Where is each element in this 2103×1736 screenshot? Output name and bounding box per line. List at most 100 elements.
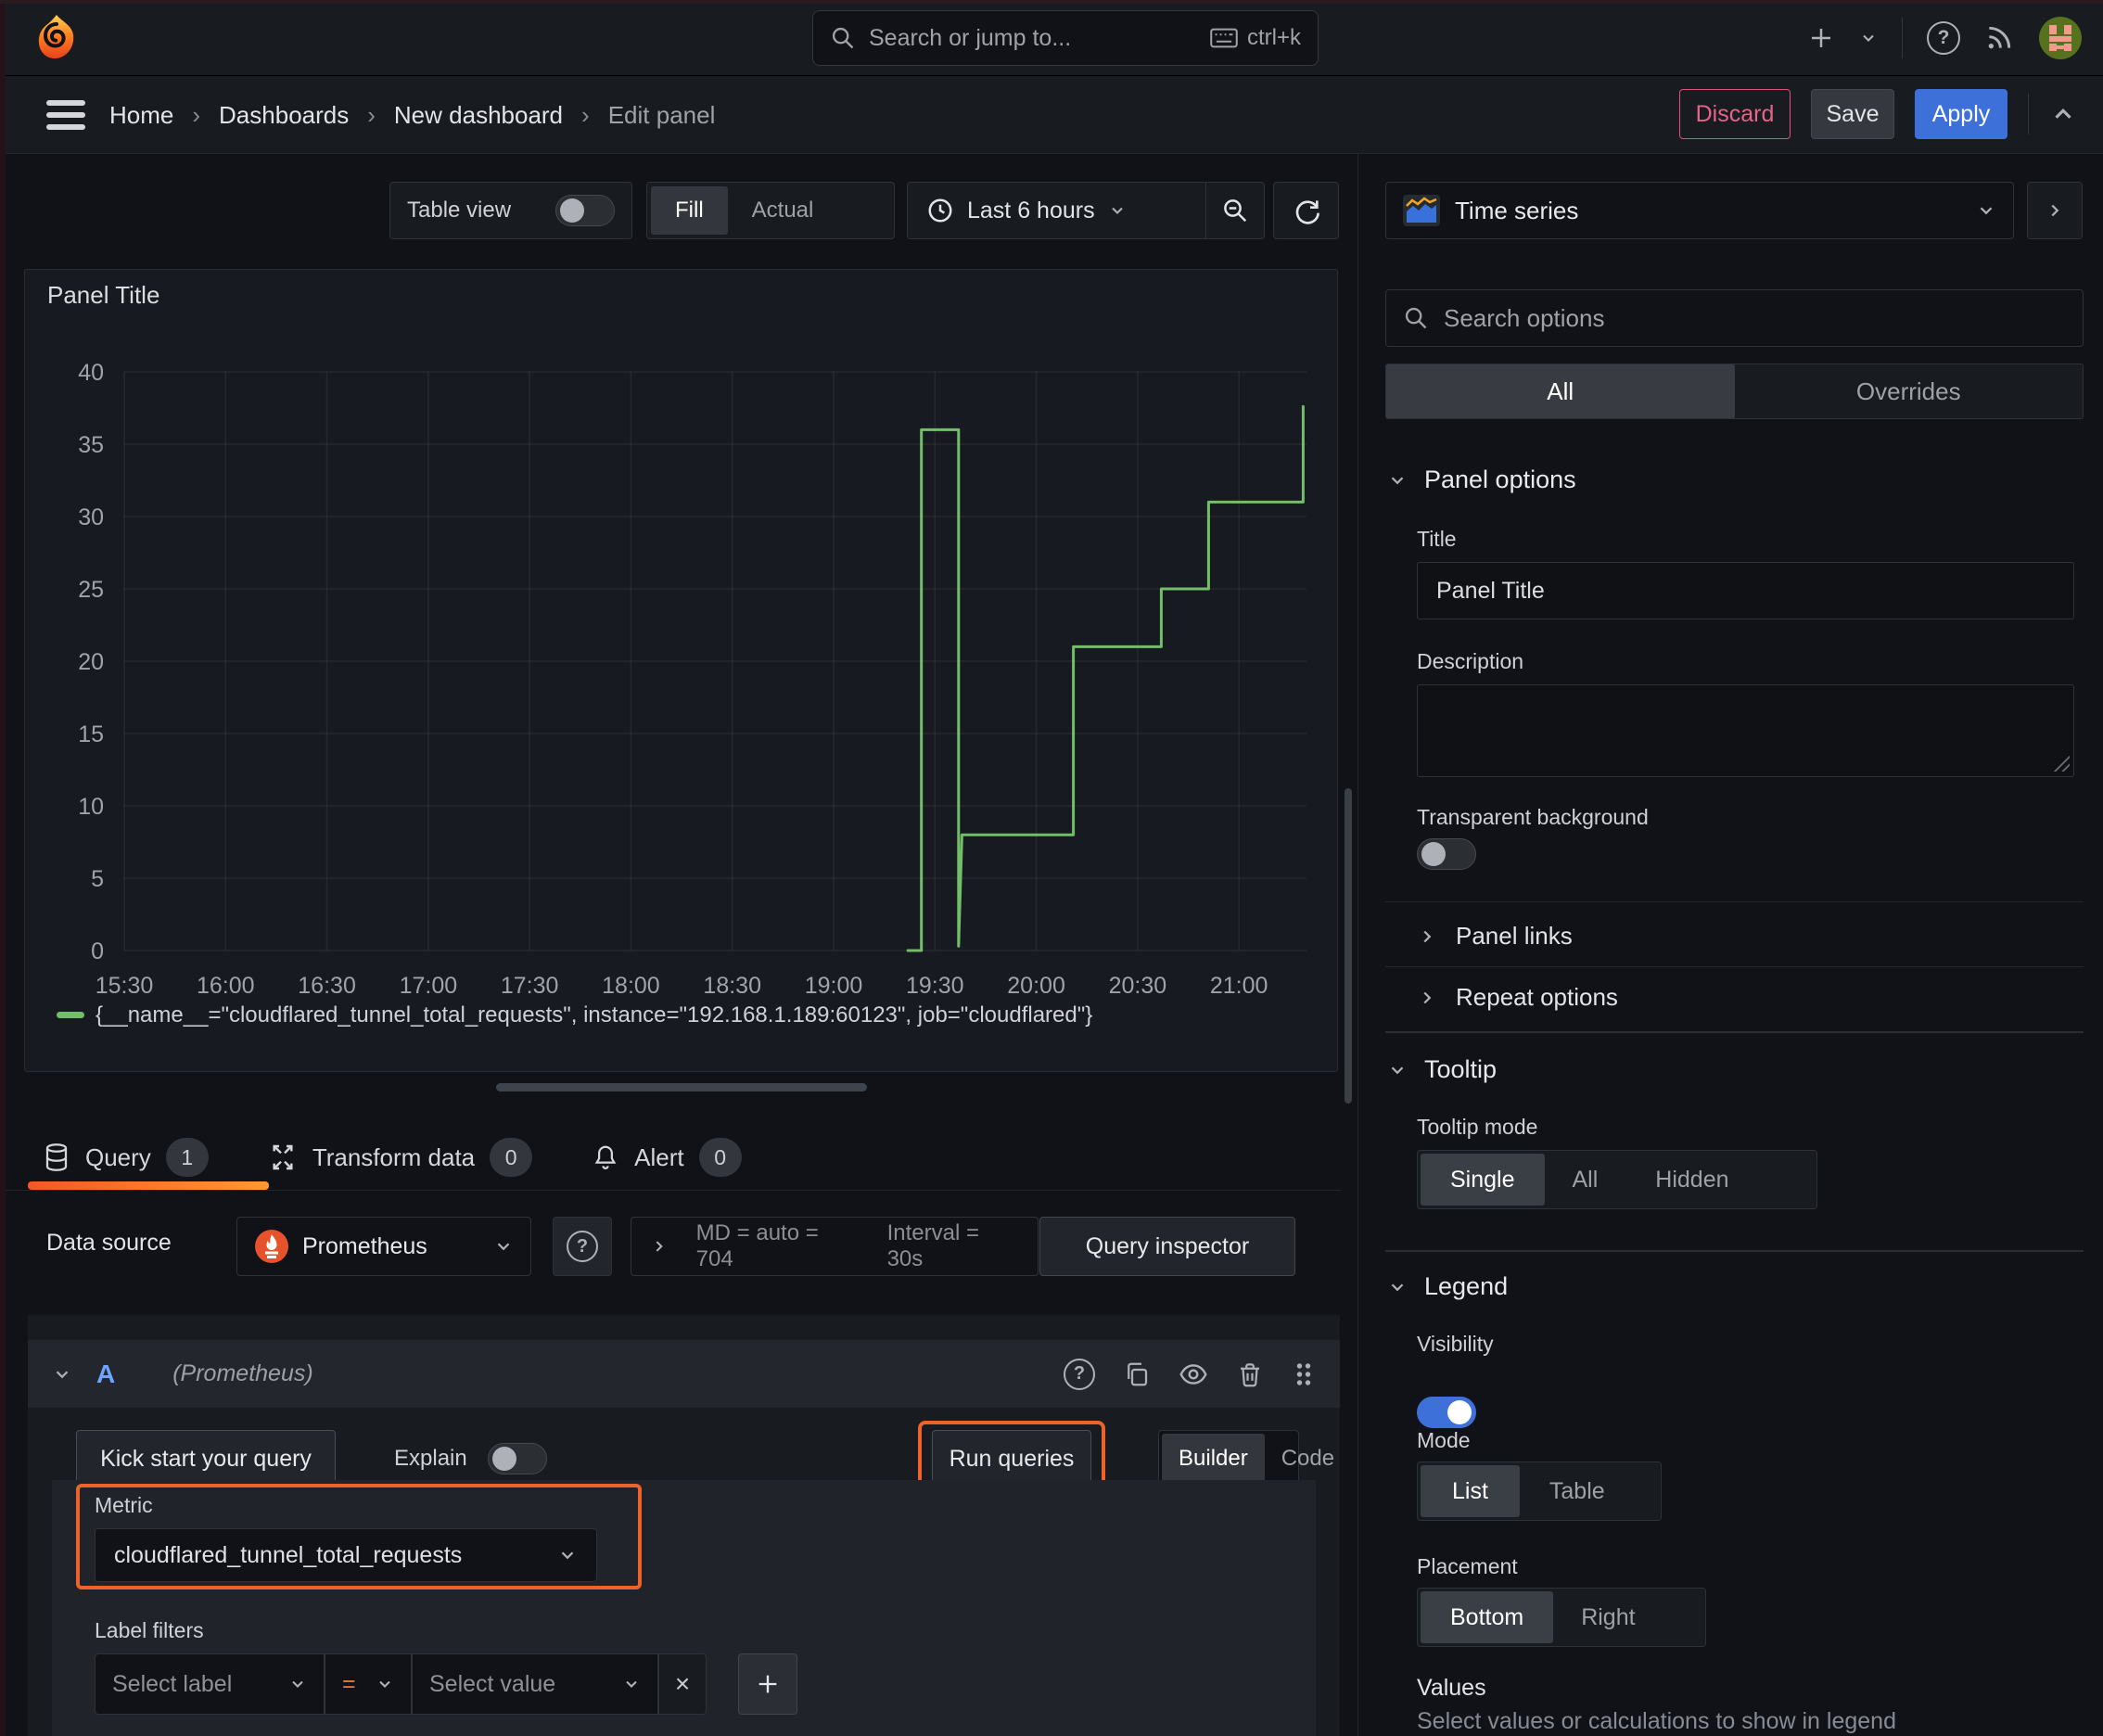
question-icon: ?: [567, 1231, 598, 1262]
time-range-label: Last 6 hours: [967, 197, 1095, 223]
breadcrumb-dashboards[interactable]: Dashboards: [219, 101, 349, 130]
tab-overrides[interactable]: Overrides: [1735, 364, 2084, 418]
repeat-options-section-header[interactable]: Repeat options: [1417, 983, 1618, 1012]
description-textarea[interactable]: [1417, 684, 2074, 777]
save-button[interactable]: Save: [1811, 89, 1894, 139]
builder-code-group: Builder Code: [1158, 1430, 1334, 1487]
svg-text:20:00: 20:00: [1007, 973, 1065, 999]
topnav-divider: [1902, 18, 1903, 58]
tab-all[interactable]: All: [1386, 364, 1735, 418]
metric-select[interactable]: cloudflared_tunnel_total_requests: [95, 1528, 597, 1582]
legend-table-button[interactable]: Table: [1520, 1465, 1635, 1517]
kick-start-query-button[interactable]: Kick start your query: [76, 1430, 336, 1487]
time-range-picker[interactable]: Last 6 hours: [908, 183, 1205, 238]
tooltip-all-button[interactable]: All: [1545, 1154, 1626, 1206]
transform-icon: [268, 1142, 298, 1172]
chevron-down-icon: [292, 1680, 303, 1688]
legend-heading: Legend: [1424, 1272, 1509, 1300]
panel-options-section-header[interactable]: Panel options: [1387, 466, 1576, 494]
legend-list-button[interactable]: List: [1421, 1465, 1520, 1517]
metric-label: Metric: [95, 1493, 153, 1517]
breadcrumb: Home › Dashboards › New dashboard › Edit…: [109, 76, 715, 154]
horizontal-resize-handle[interactable]: [496, 1083, 867, 1091]
transparent-bg-toggle[interactable]: [1417, 838, 1476, 870]
legend-visibility-toggle[interactable]: [1417, 1397, 1476, 1428]
refresh-button[interactable]: [1273, 182, 1339, 239]
svg-text:0: 0: [91, 938, 104, 964]
query-inspector-button[interactable]: Query inspector: [1039, 1217, 1295, 1276]
options-search[interactable]: [1385, 289, 2084, 347]
user-avatar[interactable]: [2038, 16, 2083, 60]
datasource-name: Prometheus: [302, 1232, 427, 1259]
time-series-chart[interactable]: 0 5 10 15 20 25 30 35 40 15:30 16:00 16:30 17:00 17:3…: [25, 270, 1337, 1071]
breadcrumb-home[interactable]: Home: [109, 101, 173, 130]
add-filter-button[interactable]: [738, 1653, 797, 1715]
discard-button[interactable]: Discard: [1679, 89, 1791, 139]
search-input[interactable]: [869, 24, 1197, 52]
operator-dropdown[interactable]: =: [325, 1653, 412, 1715]
svg-text:18:30: 18:30: [703, 973, 761, 999]
legend-section-header[interactable]: Legend: [1387, 1272, 1508, 1301]
query-help-icon[interactable]: ?: [1064, 1358, 1095, 1390]
run-queries-button[interactable]: Run queries: [932, 1430, 1091, 1487]
title-label: Title: [1417, 527, 1457, 551]
tab-alert[interactable]: Alert 0: [592, 1138, 742, 1177]
options-filter-tabs: All Overrides: [1385, 364, 2084, 419]
add-new-button[interactable]: [1807, 24, 1835, 52]
add-new-chevron-icon[interactable]: [1859, 29, 1878, 47]
operator-value: =: [342, 1670, 356, 1697]
chevron-down-icon[interactable]: [52, 1364, 72, 1385]
explain-toggle[interactable]: [487, 1443, 547, 1474]
query-row-header[interactable]: A (Prometheus) ?: [28, 1340, 1340, 1408]
breadcrumb-new-dashboard[interactable]: New dashboard: [394, 101, 563, 130]
label-filters-label: Label filters: [95, 1618, 204, 1642]
datasource-select[interactable]: Prometheus: [236, 1217, 531, 1276]
apply-button[interactable]: Apply: [1915, 89, 2007, 139]
chevron-down-icon: [1391, 1283, 1404, 1291]
fill-mode-button[interactable]: Fill: [651, 186, 728, 235]
refresh-icon: [1295, 200, 1319, 224]
tab-query[interactable]: Query 1: [43, 1138, 209, 1177]
tooltip-single-button[interactable]: Single: [1421, 1154, 1545, 1206]
builder-mode-button[interactable]: Builder: [1162, 1434, 1265, 1484]
vertical-scrollbar[interactable]: [1345, 788, 1352, 1104]
actual-mode-button[interactable]: Actual: [728, 186, 838, 235]
plus-icon: [758, 1675, 777, 1693]
options-search-input[interactable]: [1444, 303, 2066, 333]
tab-transform-data[interactable]: Transform data 0: [268, 1138, 533, 1177]
placement-right-button[interactable]: Right: [1553, 1591, 1663, 1643]
help-icon[interactable]: ?: [1927, 21, 1960, 55]
code-mode-button[interactable]: Code: [1265, 1434, 1351, 1484]
grafana-logo-icon[interactable]: [35, 13, 78, 61]
panel-title-input[interactable]: [1417, 562, 2074, 619]
hide-query-icon[interactable]: [1179, 1359, 1208, 1389]
chevron-right-icon[interactable]: [650, 1237, 669, 1256]
tooltip-hidden-button[interactable]: Hidden: [1625, 1154, 1758, 1206]
collapse-header-icon[interactable]: [2049, 100, 2077, 128]
delete-query-icon[interactable]: [1236, 1360, 1264, 1388]
menu-toggle-icon[interactable]: [46, 100, 85, 130]
tooltip-section-header[interactable]: Tooltip: [1387, 1055, 1497, 1084]
svg-text:25: 25: [78, 577, 104, 603]
remove-filter-button[interactable]: ×: [658, 1653, 707, 1715]
table-view-toggle[interactable]: [555, 195, 615, 226]
placement-bottom-button[interactable]: Bottom: [1421, 1591, 1554, 1643]
tabs-bottom-border: [0, 1190, 1341, 1191]
duplicate-query-icon[interactable]: [1123, 1360, 1151, 1388]
select-label-dropdown[interactable]: Select label: [95, 1653, 325, 1715]
tab-alert-label: Alert: [634, 1142, 684, 1171]
news-rss-icon[interactable]: [1984, 23, 2014, 53]
chevron-down-icon: [1980, 207, 1993, 215]
drag-handle-icon[interactable]: [1292, 1360, 1316, 1388]
svg-text:18:00: 18:00: [602, 973, 660, 999]
zoom-out-button[interactable]: [1206, 183, 1264, 238]
toggle-viz-picker-button[interactable]: [2027, 182, 2083, 239]
datasource-help-button[interactable]: ?: [553, 1217, 612, 1276]
query-ref-id: A: [96, 1359, 116, 1388]
metric-value: cloudflared_tunnel_total_requests: [114, 1541, 463, 1568]
svg-text:19:00: 19:00: [805, 973, 863, 999]
panel-links-section-header[interactable]: Panel links: [1417, 922, 1573, 951]
global-search[interactable]: ctrl+k: [812, 10, 1319, 66]
visualization-select[interactable]: Time series: [1385, 182, 2014, 239]
select-value-dropdown[interactable]: Select value: [412, 1653, 658, 1715]
